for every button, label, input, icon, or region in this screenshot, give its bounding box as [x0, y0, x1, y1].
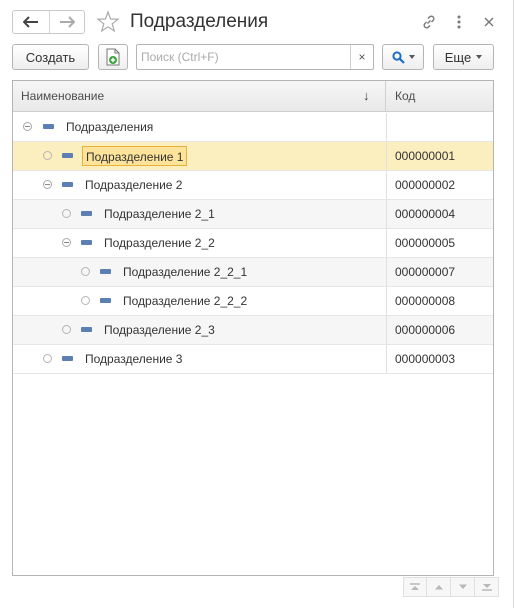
row-code [386, 113, 493, 141]
scroll-top-button[interactable] [403, 577, 427, 597]
row-name: Подразделение 2_3 [104, 323, 215, 337]
row-code: 000000001 [386, 142, 493, 170]
scroll-bottom-button[interactable] [475, 577, 499, 597]
form-window: Подразделения Создать × [0, 0, 514, 608]
search-field: × [136, 44, 374, 70]
column-code-label: Код [395, 89, 416, 103]
table-row[interactable]: Подразделение 2 000000002 [13, 171, 493, 200]
create-button[interactable]: Создать [12, 44, 89, 70]
item-icon [100, 298, 111, 303]
leaf-node-icon [81, 267, 90, 276]
item-icon [62, 182, 73, 187]
favorite-button[interactable] [96, 10, 120, 34]
page-title: Подразделения [130, 11, 269, 32]
leaf-node-icon [62, 209, 71, 218]
scroll-down-icon [458, 584, 467, 589]
chevron-down-icon [476, 55, 483, 59]
copy-button[interactable] [98, 44, 128, 70]
table-row[interactable]: Подразделения [13, 113, 493, 142]
column-header-code[interactable]: Код [387, 81, 493, 111]
item-icon [81, 211, 92, 216]
item-icon [100, 269, 111, 274]
row-code: 000000006 [386, 316, 493, 344]
row-name: Подразделение 1 [82, 146, 188, 166]
row-name: Подразделение 2_2_2 [123, 294, 248, 308]
sort-down-icon[interactable]: ↓ [363, 81, 370, 111]
table-row[interactable]: Подразделение 2_2 000000005 [13, 229, 493, 258]
item-icon [62, 356, 73, 361]
row-name: Подразделение 2_2_1 [123, 265, 248, 279]
table-body: Подразделения Подразделение 1 000000001 … [13, 113, 493, 374]
row-name: Подразделение 2 [85, 178, 183, 192]
item-icon [81, 240, 92, 245]
leaf-node-icon [43, 354, 52, 363]
leaf-node-icon [62, 325, 71, 334]
scroll-controls [403, 577, 499, 597]
more-button-label: Еще [444, 49, 472, 65]
more-menu-button[interactable] [449, 10, 469, 34]
title-actions [419, 10, 499, 34]
arrow-left-icon [22, 16, 38, 28]
copy-document-icon [106, 48, 120, 66]
close-button[interactable] [479, 10, 499, 34]
search-clear-button[interactable]: × [350, 45, 373, 69]
magnifier-icon [391, 50, 405, 64]
table-row[interactable]: Подразделение 2_1 000000004 [13, 200, 493, 229]
row-code: 000000003 [386, 345, 493, 373]
row-name: Подразделение 3 [85, 352, 183, 366]
scroll-up-icon [434, 585, 443, 590]
search-input[interactable] [137, 45, 351, 69]
row-name: Подразделение 2_2 [104, 236, 215, 250]
scroll-top-icon [410, 583, 420, 590]
row-code: 000000005 [386, 229, 493, 257]
more-vertical-icon [457, 15, 461, 29]
table-row[interactable]: Подразделение 2_2_2 000000008 [13, 287, 493, 316]
table-row[interactable]: Подразделение 1 000000001 [13, 142, 493, 171]
more-button[interactable]: Еще [433, 44, 494, 70]
collapse-icon[interactable] [23, 122, 32, 131]
forward-button[interactable] [48, 11, 85, 33]
scroll-down-button[interactable] [451, 577, 475, 597]
table-row[interactable]: Подразделение 3 000000003 [13, 345, 493, 374]
link-icon [423, 15, 435, 29]
item-icon [81, 327, 92, 332]
arrow-right-icon [59, 16, 75, 28]
column-header-name[interactable]: Наименование [13, 81, 386, 111]
star-icon [96, 10, 120, 33]
row-code: 000000004 [386, 200, 493, 228]
navigation-group [12, 10, 85, 34]
table-row[interactable]: Подразделение 2_3 000000006 [13, 316, 493, 345]
item-icon [62, 153, 73, 158]
leaf-node-icon [43, 151, 52, 160]
find-button[interactable] [382, 44, 424, 70]
collapse-icon[interactable] [43, 180, 52, 189]
table-header: Наименование ↓ Код [13, 81, 493, 112]
row-name: Подразделения [66, 120, 154, 134]
row-code: 000000002 [386, 171, 493, 199]
leaf-node-icon [81, 296, 90, 305]
row-name: Подразделение 2_1 [104, 207, 215, 221]
tree-table[interactable]: Наименование ↓ Код Подразделения Подразд… [12, 80, 494, 576]
row-code: 000000007 [386, 258, 493, 286]
scroll-up-button[interactable] [427, 577, 451, 597]
collapse-icon[interactable] [62, 238, 71, 247]
scroll-bottom-icon [481, 584, 492, 591]
table-row[interactable]: Подразделение 2_2_1 000000007 [13, 258, 493, 287]
back-button[interactable] [13, 11, 49, 33]
link-button[interactable] [419, 10, 439, 34]
row-code: 000000008 [386, 287, 493, 315]
close-icon [484, 17, 494, 27]
chevron-down-icon [408, 55, 415, 59]
column-name-label: Наименование [21, 89, 105, 103]
item-icon [43, 124, 54, 129]
